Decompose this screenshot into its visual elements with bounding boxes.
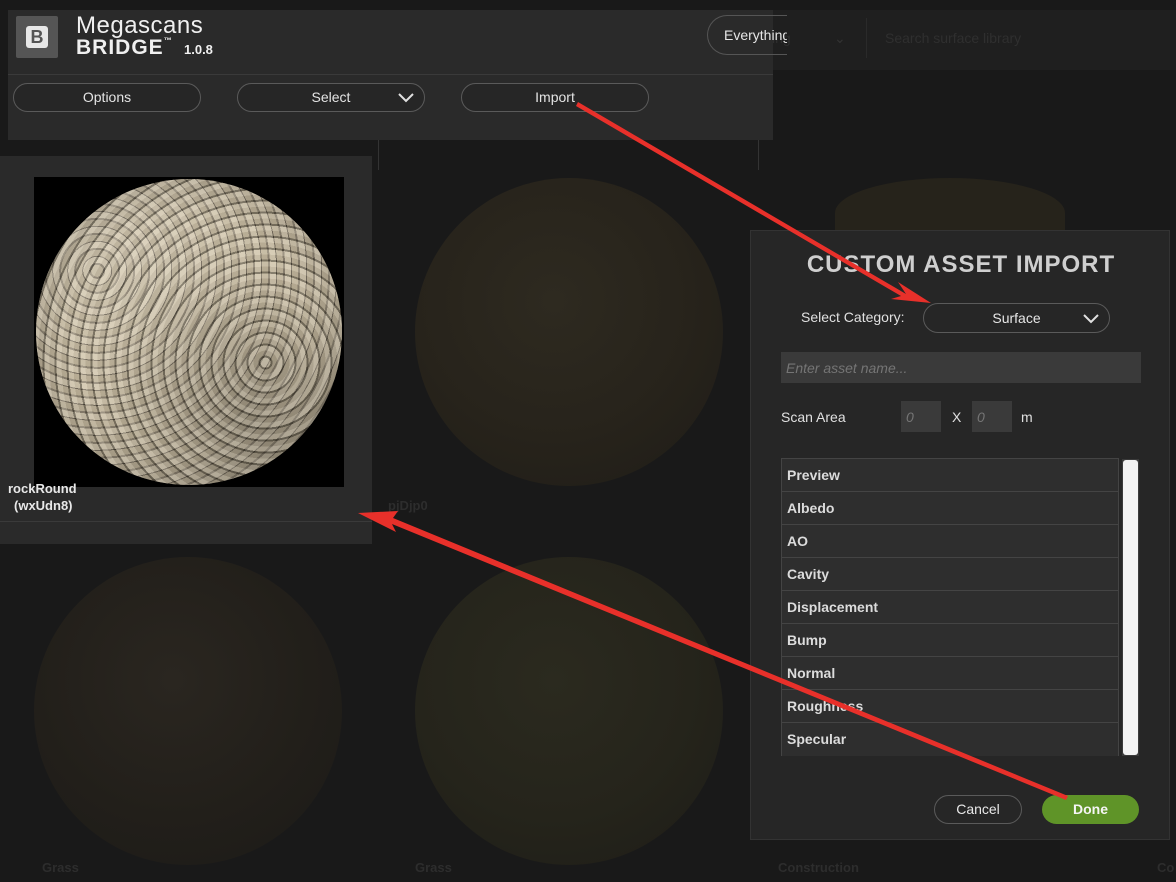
import-label: Import	[535, 89, 575, 105]
asset-label-dimmed: Construction	[778, 860, 859, 875]
grid-divider	[758, 140, 759, 170]
chevron-down-icon: ⌄	[834, 30, 846, 46]
map-item[interactable]: Albedo	[782, 492, 1118, 525]
category-value: Surface	[992, 310, 1041, 326]
options-button[interactable]: Options	[13, 83, 201, 112]
map-item[interactable]: Normal	[782, 657, 1118, 690]
brand-product: BRIDGE™	[76, 36, 173, 60]
select-dropdown[interactable]: Select	[237, 83, 425, 112]
tile-divider	[0, 521, 372, 522]
map-item[interactable]: Preview	[782, 459, 1118, 492]
asset-label-dimmed: Grass	[415, 860, 452, 875]
asset-label-dimmed: pjDjp0	[388, 498, 428, 513]
version-label: 1.0.8	[184, 42, 213, 57]
scan-area-label: Scan Area	[781, 409, 846, 425]
app-header: B Megascans BRIDGE™ 1.0.8 Everything	[8, 10, 787, 140]
search-input[interactable]: Search surface library	[866, 18, 1176, 58]
done-label: Done	[1073, 801, 1108, 817]
scrollbar-thumb[interactable]	[1123, 460, 1138, 755]
scan-area-x-input[interactable]	[901, 401, 941, 432]
select-label: Select	[311, 89, 351, 105]
asset-label-dimmed: Grass	[42, 860, 79, 875]
custom-asset-import-dialog: CUSTOM ASSET IMPORT Select Category: Sur…	[750, 230, 1170, 840]
scan-area-y-input[interactable]	[972, 401, 1012, 432]
asset-thumbnail-dimmed[interactable]	[34, 557, 342, 865]
asset-thumbnail-dimmed[interactable]	[415, 557, 723, 865]
import-button[interactable]: Import	[461, 83, 649, 112]
scan-unit: m	[1021, 409, 1033, 425]
done-button[interactable]: Done	[1042, 795, 1139, 824]
map-item[interactable]: Cavity	[782, 558, 1118, 591]
dialog-title: CUSTOM ASSET IMPORT	[806, 251, 1116, 278]
grid-divider	[378, 140, 379, 170]
asset-name: rockRound (wxUdn8)	[8, 480, 77, 514]
asset-name-input[interactable]	[781, 352, 1141, 383]
brand-product-name: BRIDGE	[76, 36, 164, 59]
header-brand-bar: B Megascans BRIDGE™ 1.0.8 Everything	[8, 10, 787, 75]
filter-dropdown[interactable]: Everything	[707, 15, 787, 55]
map-item[interactable]: Bump	[782, 624, 1118, 657]
asset-id: (wxUdn8)	[14, 498, 73, 513]
map-item[interactable]: Specular	[782, 723, 1118, 756]
asset-name-text: rockRound	[8, 481, 77, 496]
category-label: Select Category:	[801, 309, 905, 325]
trademark: ™	[163, 36, 173, 45]
map-item[interactable]: Displacement	[782, 591, 1118, 624]
maps-scrollbar[interactable]	[1122, 459, 1139, 756]
maps-list: Preview Albedo AO Cavity Displacement Bu…	[781, 458, 1119, 756]
chevron-down-icon	[398, 93, 414, 103]
scan-separator: X	[952, 409, 962, 425]
asset-thumbnail[interactable]	[34, 177, 344, 487]
asset-tile-selected[interactable]: rockRound (wxUdn8)	[0, 156, 372, 544]
asset-label-dimmed: Co	[1157, 860, 1175, 875]
rock-sphere-preview	[36, 179, 342, 485]
asset-thumbnail-dimmed[interactable]	[415, 178, 723, 486]
bridge-logo-icon: B	[16, 16, 58, 58]
options-label: Options	[82, 89, 132, 105]
map-item[interactable]: Roughness	[782, 690, 1118, 723]
category-dropdown[interactable]: Surface	[923, 303, 1110, 333]
map-item[interactable]: AO	[782, 525, 1118, 558]
cancel-label: Cancel	[956, 801, 1000, 817]
cancel-button[interactable]: Cancel	[934, 795, 1022, 824]
chevron-down-icon	[1083, 314, 1099, 324]
